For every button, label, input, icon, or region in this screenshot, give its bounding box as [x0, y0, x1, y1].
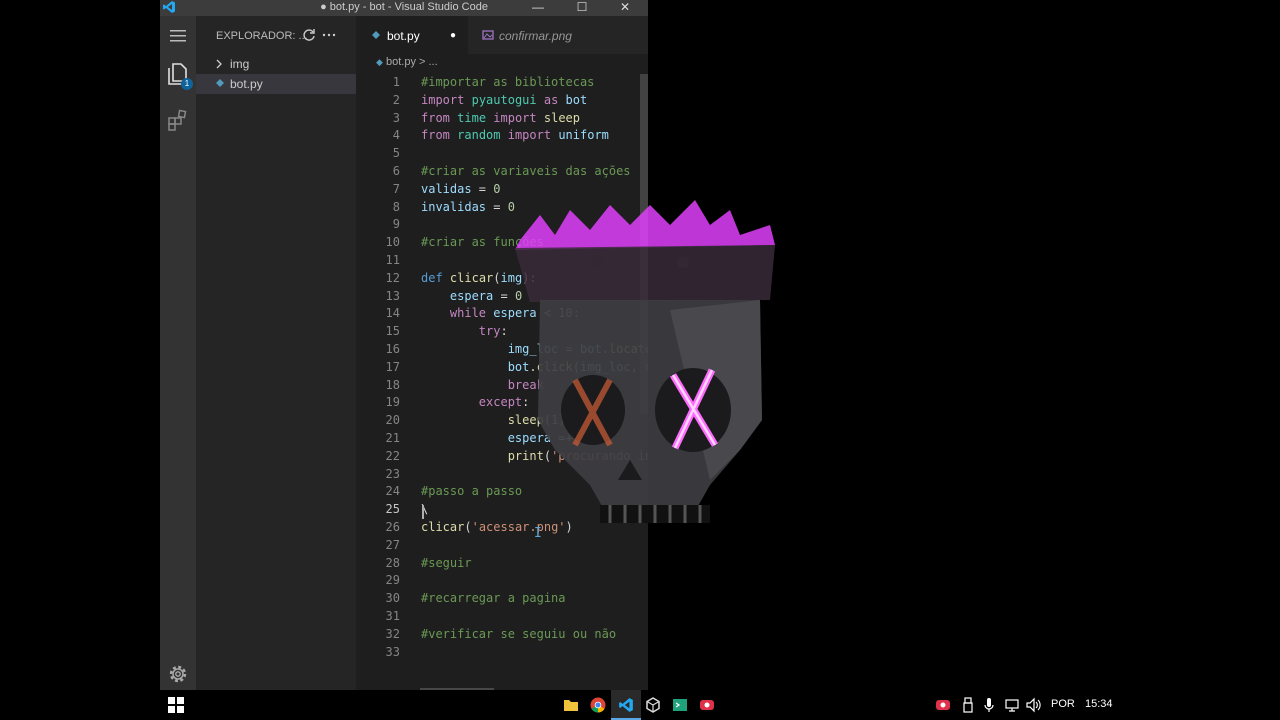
line-number: 19 — [385, 395, 400, 409]
menu-button[interactable] — [164, 24, 192, 52]
line-number: 24 — [385, 484, 400, 498]
code-line[interactable]: #recarregar a pagina — [421, 591, 566, 605]
breadcrumb: ◆ bot.py > ... — [376, 56, 438, 68]
breadcrumb-file[interactable]: bot.py — [386, 56, 416, 68]
breadcrumb-rest[interactable]: > ... — [419, 56, 438, 68]
taskbar: POR 15:34 — [0, 690, 1280, 720]
tree-item-label: bot.py — [230, 77, 263, 91]
tab-bar: bot.py ● confirmar.png — [356, 16, 648, 54]
line-number: 16 — [385, 342, 400, 356]
screen-recorder-icon[interactable] — [699, 697, 715, 713]
activity-bar: 1 — [160, 16, 196, 690]
python-file-icon: ◆ — [376, 57, 383, 67]
extensions-icon — [167, 109, 189, 136]
line-number: 20 — [385, 413, 400, 427]
windows-start-icon[interactable] — [168, 697, 184, 713]
line-number: 33 — [385, 645, 400, 659]
code-line[interactable]: #verificar se seguiu ou não — [421, 627, 616, 641]
maximize-button[interactable]: ☐ — [562, 0, 602, 16]
explorer-button[interactable]: 1 — [164, 62, 193, 90]
line-number: 6 — [392, 164, 400, 178]
image-file-icon — [482, 16, 494, 70]
manage-button[interactable] — [164, 662, 192, 690]
network-icon[interactable] — [1004, 697, 1020, 713]
line-number: 4 — [392, 128, 400, 142]
line-number: 18 — [385, 378, 400, 392]
line-number: 12 — [385, 271, 400, 285]
hamburger-icon — [170, 29, 186, 47]
code-line[interactable]: from time import sleep — [421, 111, 580, 125]
line-number: 9 — [392, 217, 400, 231]
line-number: 28 — [385, 556, 400, 570]
line-number: 23 — [385, 467, 400, 481]
code-line[interactable]: import pyautogui as bot — [421, 93, 587, 107]
text-caret — [422, 505, 424, 519]
line-number: 29 — [385, 573, 400, 587]
line-number: 5 — [392, 146, 400, 160]
line-number: 32 — [385, 627, 400, 641]
line-number: 17 — [385, 360, 400, 374]
explorer-sidebar: EXPLORADOR: ... img bot.py — [196, 16, 356, 690]
explorer-header: EXPLORADOR: ... — [216, 30, 308, 42]
tree-item-folder[interactable]: img — [196, 54, 356, 74]
line-number: 13 — [385, 289, 400, 303]
minimize-button[interactable]: — — [518, 0, 558, 16]
line-number: 25 — [385, 502, 400, 516]
tree-item-label: img — [230, 57, 250, 71]
usb-icon[interactable] — [960, 697, 976, 713]
file-explorer-icon[interactable] — [563, 697, 579, 713]
unsaved-dot-icon[interactable]: ● — [450, 16, 456, 56]
microphone-icon[interactable] — [981, 697, 997, 713]
python-file-icon — [214, 74, 226, 100]
line-number: 10 — [385, 235, 400, 249]
close-button[interactable]: ✕ — [605, 0, 645, 16]
extensions-button[interactable] — [164, 108, 192, 136]
clock[interactable]: 15:34 — [1085, 698, 1113, 710]
skull-crown-watermark — [470, 190, 790, 540]
line-number: 7 — [392, 182, 400, 196]
vscode-taskbar-icon[interactable] — [611, 690, 641, 720]
tree-item-file[interactable]: bot.py — [196, 74, 356, 94]
line-number: 14 — [385, 306, 400, 320]
tab-bot-py[interactable]: bot.py ● — [356, 16, 468, 54]
line-number: 21 — [385, 431, 400, 445]
chrome-icon[interactable] — [590, 697, 606, 713]
input-language[interactable]: POR — [1051, 698, 1075, 710]
code-line[interactable]: #seguir — [421, 556, 472, 570]
line-number: 26 — [385, 520, 400, 534]
terminal-icon[interactable] — [672, 697, 688, 713]
line-number: 3 — [392, 111, 400, 125]
line-number: 2 — [392, 93, 400, 107]
unity-icon[interactable] — [645, 697, 661, 713]
tab-confirmar-png[interactable]: confirmar.png — [468, 16, 588, 54]
recording-tray-icon[interactable] — [935, 697, 951, 713]
title-bar: ● bot.py - bot - Visual Studio Code — ☐ … — [160, 0, 648, 16]
line-number: 22 — [385, 449, 400, 463]
explorer-badge: 1 — [181, 78, 193, 90]
tab-label: bot.py — [387, 29, 420, 43]
line-number: 31 — [385, 609, 400, 623]
gear-icon — [167, 663, 189, 690]
volume-icon[interactable] — [1025, 697, 1041, 713]
code-line[interactable]: from random import uniform — [421, 128, 609, 142]
code-line[interactable]: #criar as variaveis das ações — [421, 164, 631, 178]
line-number: 15 — [385, 324, 400, 338]
line-number: 30 — [385, 591, 400, 605]
line-number: 27 — [385, 538, 400, 552]
code-line[interactable]: #importar as bibliotecas — [421, 75, 594, 89]
tab-label: confirmar.png — [499, 29, 572, 43]
line-number: 8 — [392, 200, 400, 214]
line-number: 1 — [392, 75, 400, 89]
line-number: 11 — [385, 253, 400, 267]
